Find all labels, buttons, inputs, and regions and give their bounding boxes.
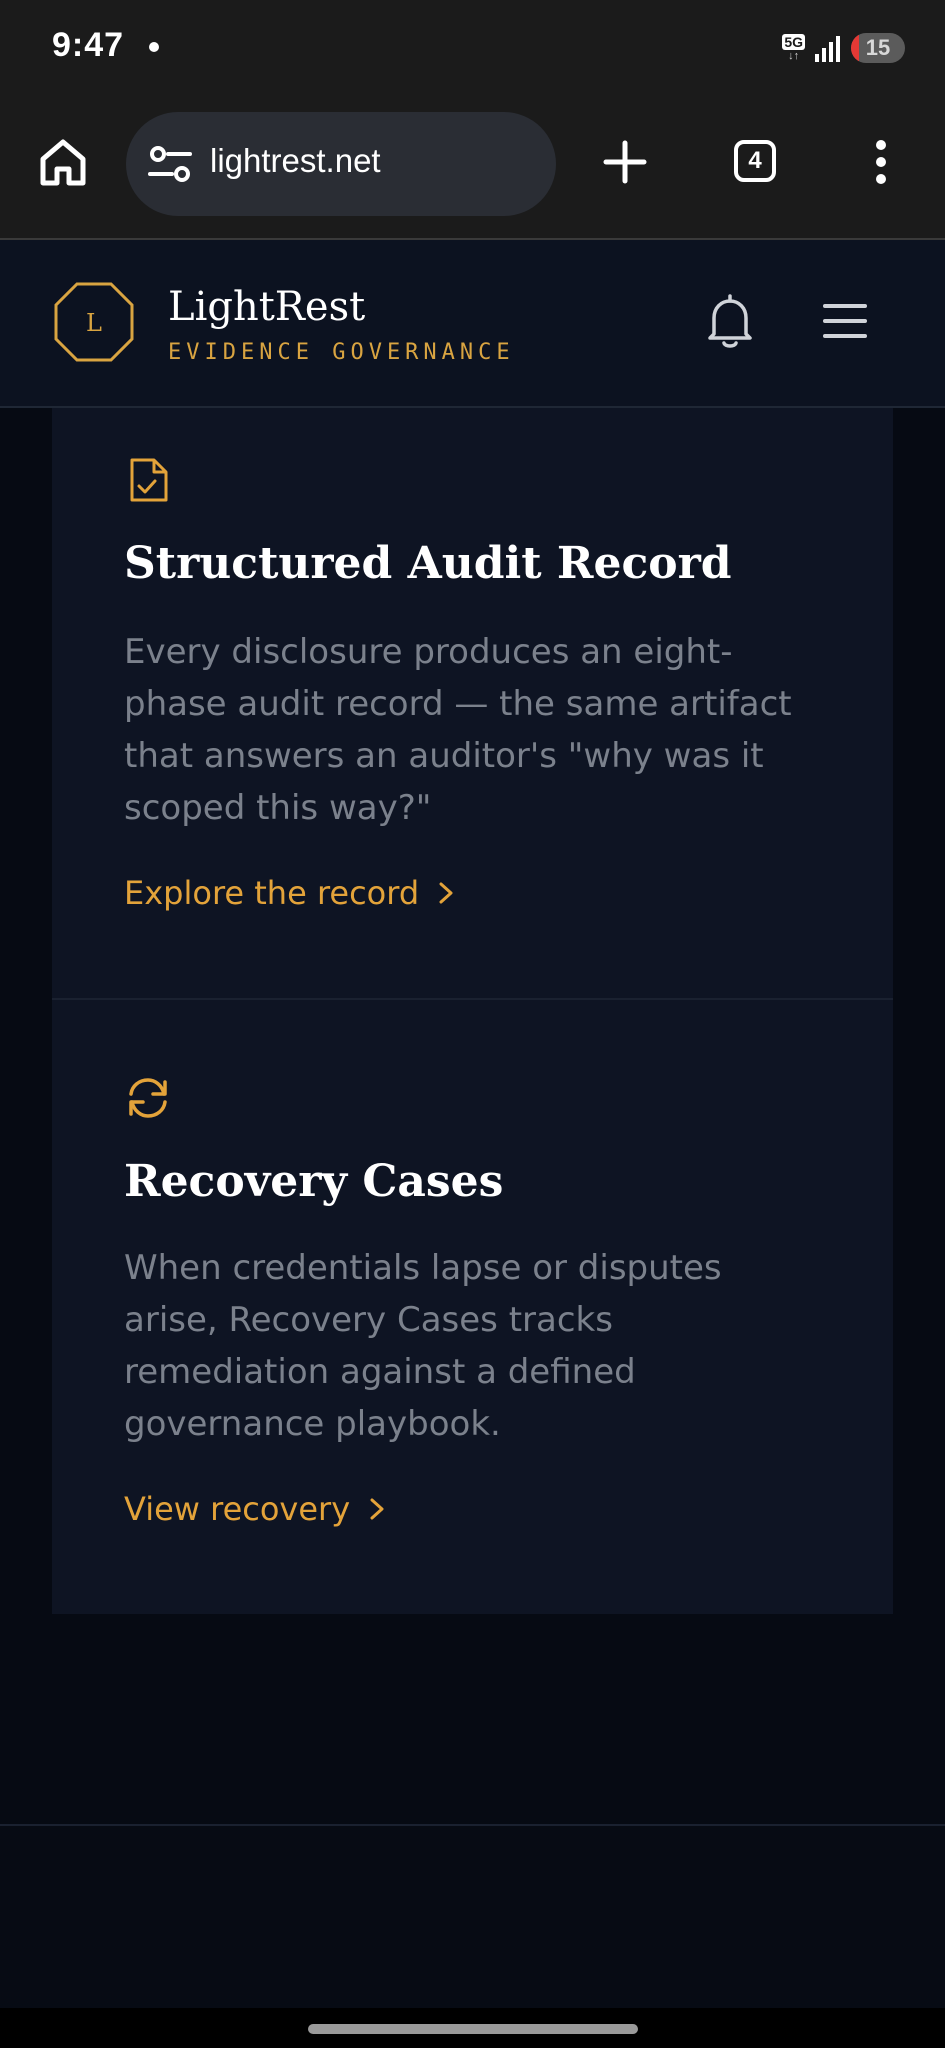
page-footer [0, 1826, 945, 2008]
brand-tagline: EVIDENCE GOVERNANCE [168, 340, 515, 365]
browser-toolbar: lightrest.net 4 [0, 95, 945, 240]
site-header: L LightRest EVIDENCE GOVERNANCE [0, 240, 945, 408]
network-type: 5G [782, 34, 805, 50]
feature-card-recovery-cases: Recovery Cases When credentials lapse or… [52, 1000, 893, 1614]
file-check-icon [130, 458, 168, 502]
notification-dot [149, 42, 159, 52]
brand-name[interactable]: LightRest [168, 284, 365, 330]
feature-card-audit-record: Structured Audit Record Every disclosure… [52, 408, 893, 998]
status-icons: 5G ↓↑ 15 [782, 30, 905, 66]
card-description: When credentials lapse or disputes arise… [124, 1248, 722, 1444]
battery-icon: 15 [851, 33, 905, 63]
home-indicator[interactable] [308, 2024, 638, 2034]
link-label: View recovery [124, 1490, 351, 1528]
view-recovery-link[interactable]: View recovery [124, 1490, 388, 1528]
battery-percent: 15 [865, 35, 891, 60]
hamburger-menu-icon[interactable] [822, 300, 868, 342]
bell-icon[interactable] [704, 294, 756, 350]
signal-icon [815, 36, 840, 62]
system-navigation-bar [0, 2008, 945, 2048]
logo-letter: L [86, 309, 102, 337]
chevron-right-icon [370, 1498, 384, 1520]
refresh-icon [129, 1078, 167, 1118]
card-title: Structured Audit Record [124, 538, 732, 589]
site-settings-icon[interactable] [148, 144, 192, 184]
home-icon[interactable] [38, 137, 88, 187]
explore-record-link[interactable]: Explore the record [124, 874, 457, 912]
tab-switcher-button[interactable]: 4 [734, 140, 776, 182]
new-tab-icon[interactable] [600, 137, 650, 187]
network-activity: ↓↑ [788, 50, 800, 62]
url-text: lightrest.net [210, 142, 381, 179]
battery-level [851, 33, 860, 63]
address-bar[interactable]: lightrest.net [126, 112, 556, 216]
status-bar: 9:47 5G ↓↑ 15 [0, 0, 945, 95]
status-time: 9:47 [52, 26, 125, 64]
page-content: Structured Audit Record Every disclosure… [0, 408, 945, 1824]
logo-icon[interactable]: L [52, 280, 136, 364]
network-indicator: 5G ↓↑ [782, 34, 805, 62]
more-options-icon[interactable] [866, 137, 896, 187]
card-title: Recovery Cases [124, 1156, 504, 1207]
link-label: Explore the record [124, 874, 420, 912]
chevron-right-icon [439, 882, 453, 904]
card-description: Every disclosure produces an eight-phase… [124, 632, 792, 828]
